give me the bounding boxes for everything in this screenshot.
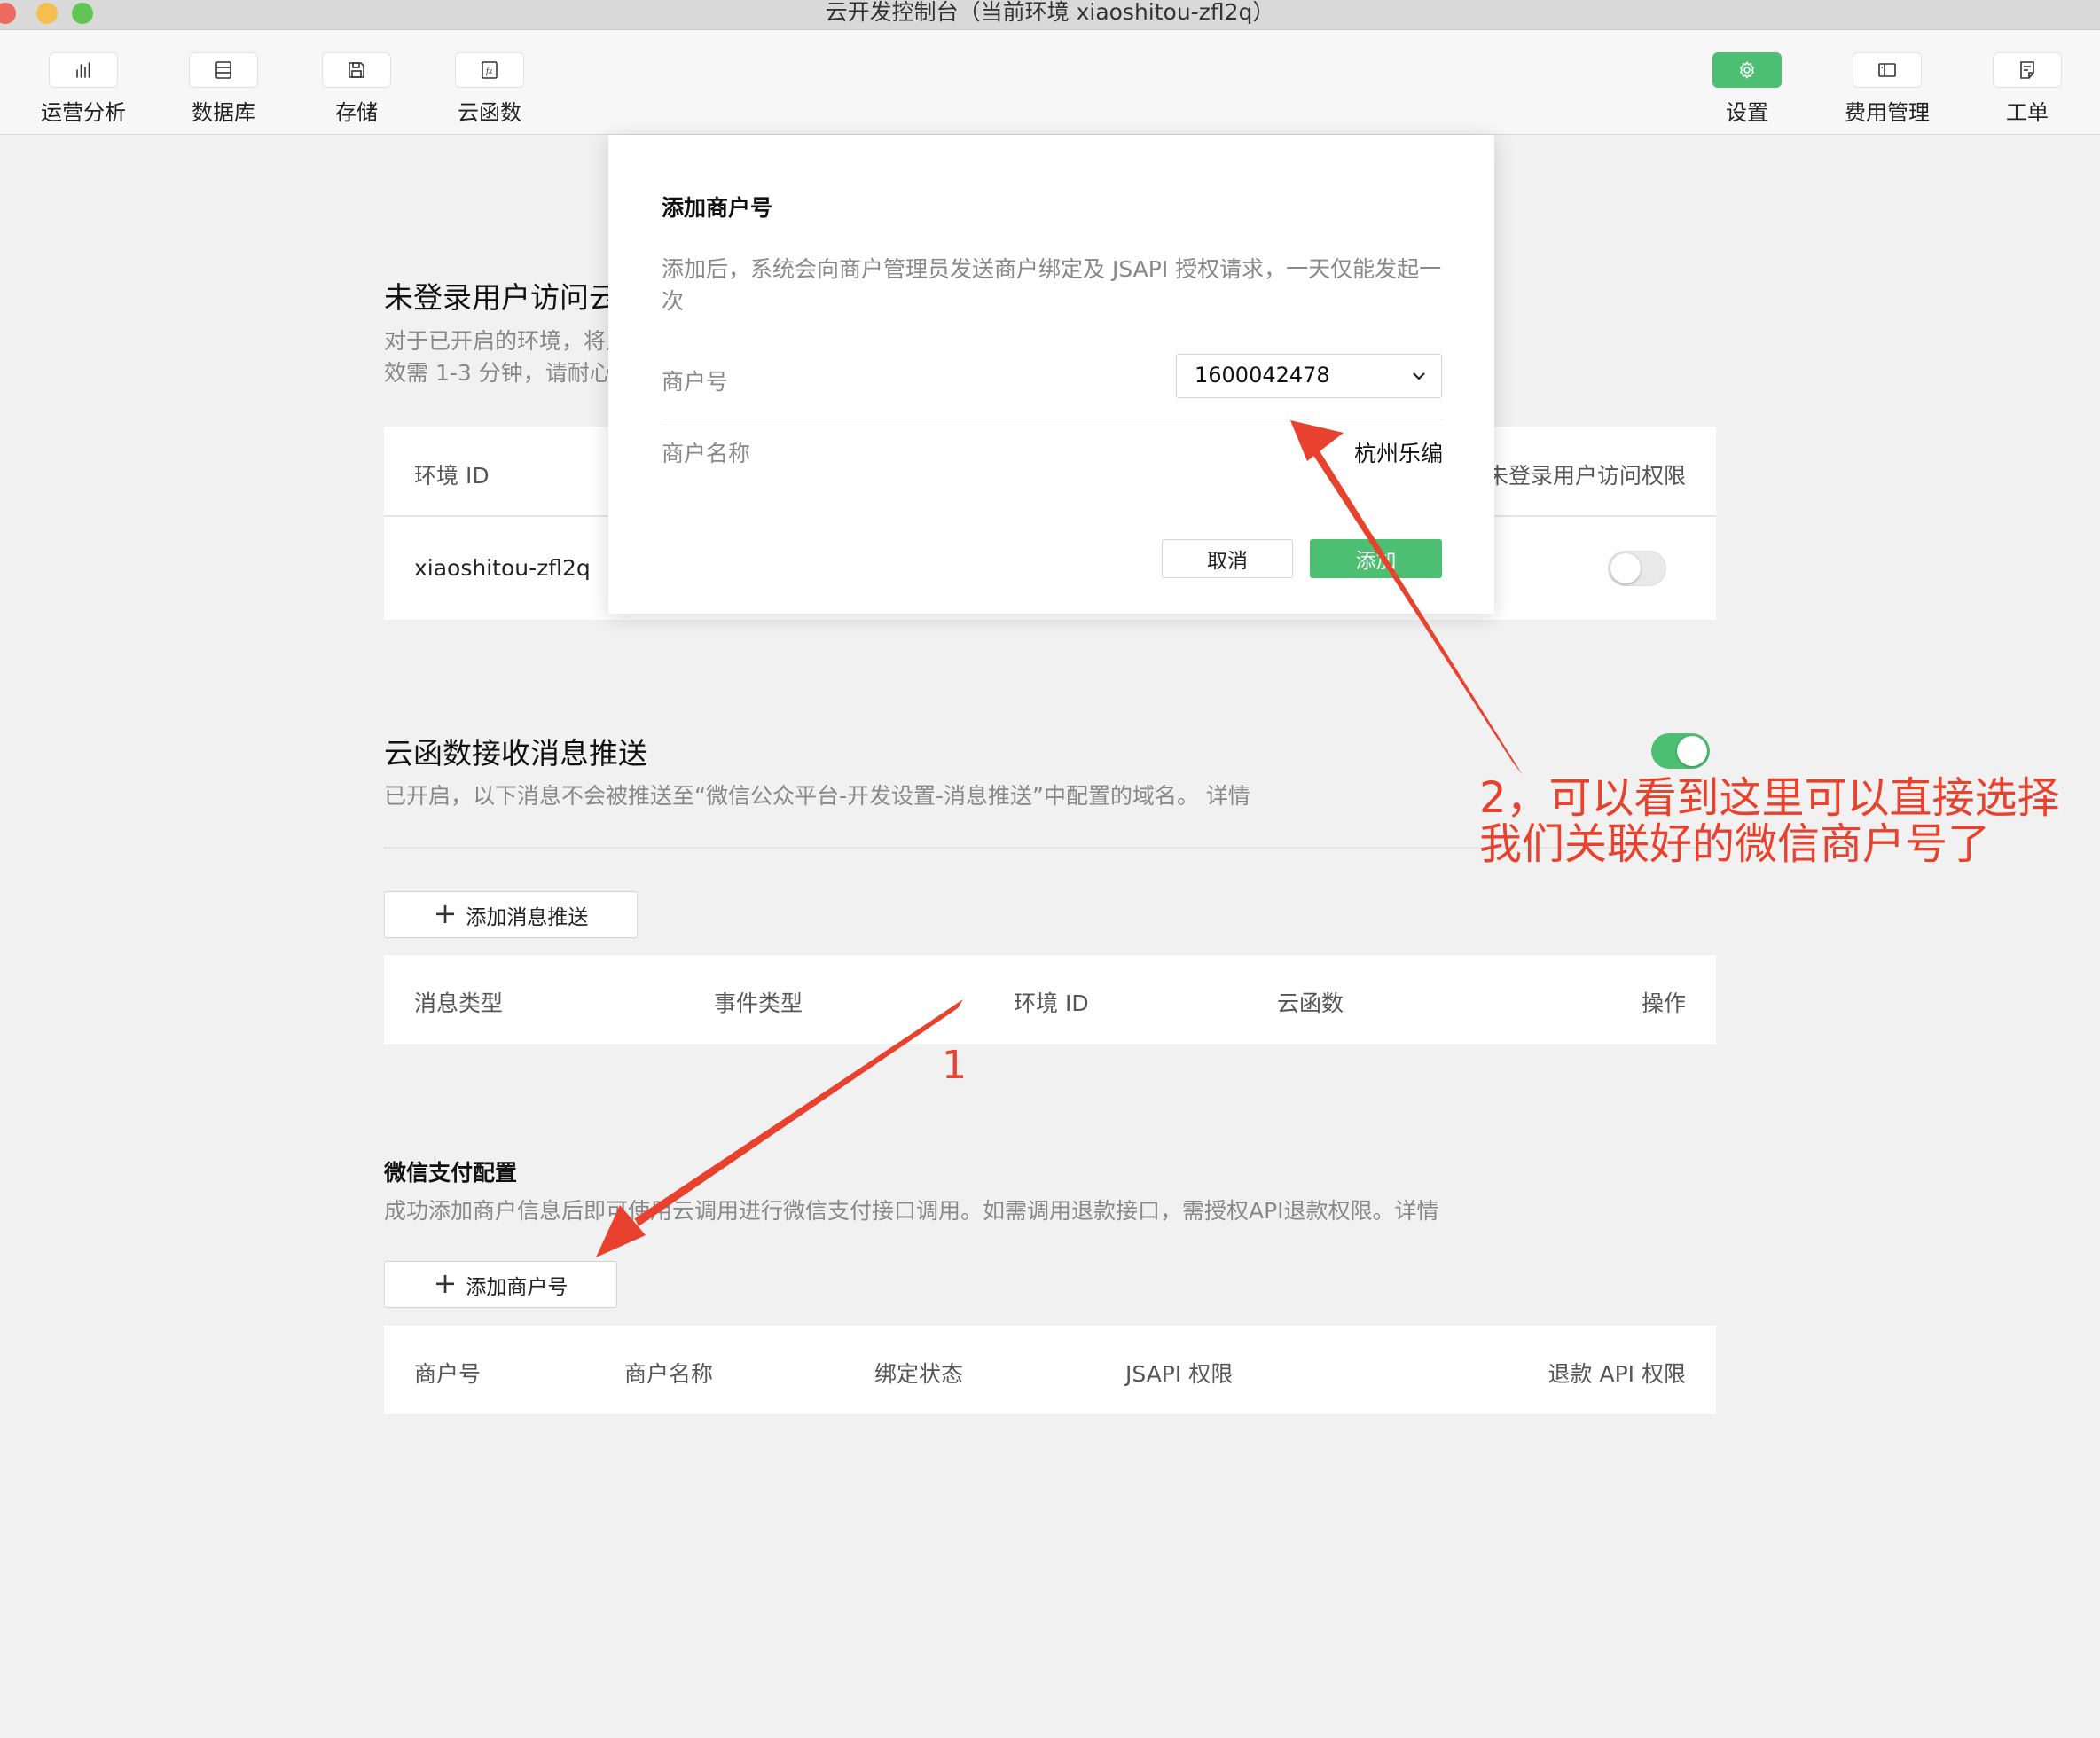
column-header-env-id: 环境 ID (414, 463, 490, 489)
billing-icon (1853, 52, 1922, 88)
database-icon (189, 52, 258, 88)
cancel-button[interactable]: 取消 (1162, 539, 1293, 578)
chevron-down-icon (1413, 372, 1425, 380)
svg-text:fx: fx (486, 67, 493, 76)
toolbar-label: 数据库 (192, 100, 255, 125)
pay-section-title: 微信支付配置 (384, 1160, 518, 1186)
annotation-step-2: 2，可以看到这里可以直接选择 我们关联好的微信商户号了 (1479, 775, 2060, 867)
toolbar-database[interactable]: 数据库 (153, 52, 294, 126)
merchant-id-select[interactable]: 1600042478 (1176, 354, 1442, 398)
column-header-action: 操作 (1641, 990, 1686, 1016)
column-header-env-id: 环境 ID (1014, 990, 1089, 1016)
dialog-description: 添加后，系统会向商户管理员发送商户绑定及 JSAPI 授权请求，一天仅能发起一次 (662, 256, 1442, 314)
column-header-message-type: 消息类型 (414, 990, 504, 1016)
toggle-knob (1610, 553, 1641, 583)
add-merchant-dialog: 添加商户号 添加后，系统会向商户管理员发送商户绑定及 JSAPI 授权请求，一天… (608, 135, 1494, 614)
unauth-access-toggle[interactable] (1608, 551, 1666, 586)
pay-section-desc: 成功添加商户信息后即可使用云调用进行微信支付接口调用。如需调用退款接口，需授权A… (384, 1198, 1439, 1224)
toolbar-settings[interactable]: 设置 (1676, 52, 1818, 126)
function-icon: fx (455, 52, 524, 88)
column-header-function: 云函数 (1277, 990, 1344, 1016)
ticket-icon (1993, 52, 2062, 88)
toolbar-label: 设置 (1726, 100, 1768, 125)
env-id-cell: xiaoshitou-zfl2q (414, 555, 591, 581)
annotation-step-2-line2: 我们关联好的微信商户号了 (1479, 819, 1991, 869)
bar-chart-icon (49, 52, 118, 88)
toolbar-label: 工单 (2006, 100, 2049, 125)
window-title: 云开发控制台（当前环境 xiaoshitou-zfl2q） (825, 0, 1275, 25)
column-header-unauth-access: 未登录用户访问权限 (1485, 463, 1686, 489)
toolbar: 运营分析 数据库 存储 fx 云函数 设置 费用管理 工单 (0, 30, 2100, 135)
add-button[interactable]: 添加 (1310, 539, 1442, 578)
merchant-table: 商户号 商户名称 绑定状态 JSAPI 权限 退款 API 权限 (384, 1326, 1716, 1414)
column-header-bind-status: 绑定状态 (874, 1361, 964, 1387)
toolbar-label: 存储 (335, 100, 378, 125)
merchant-id-label: 商户号 (662, 369, 729, 395)
column-header-merchant-id: 商户号 (414, 1361, 482, 1387)
merchant-id-value: 1600042478 (1195, 363, 1330, 388)
toolbar-label: 费用管理 (1845, 100, 1930, 125)
merchant-name-label: 商户名称 (662, 441, 751, 466)
push-section-desc: 已开启，以下消息不会被推送至“微信公众平台-开发设置-消息推送”中配置的域名。 … (384, 783, 1250, 809)
plus-icon: + (433, 896, 458, 930)
toolbar-label: 云函数 (458, 100, 521, 125)
gear-icon (1712, 52, 1782, 88)
annotation-step-1: 1 (942, 1043, 967, 1088)
toolbar-label: 运营分析 (41, 100, 126, 125)
storage-icon (322, 52, 391, 88)
toolbar-functions[interactable]: fx 云函数 (419, 52, 560, 126)
annotation-step-2-line1: 2，可以看到这里可以直接选择 (1479, 773, 2060, 823)
toggle-knob (1677, 736, 1707, 766)
message-push-toggle[interactable] (1651, 733, 1710, 769)
title-bar: 云开发控制台（当前环境 xiaoshitou-zfl2q） (0, 0, 2100, 30)
add-message-push-label: 添加消息推送 (466, 905, 589, 929)
column-header-merchant-name: 商户名称 (624, 1361, 714, 1387)
column-header-jsapi: JSAPI 权限 (1125, 1361, 1234, 1387)
column-header-refund-api: 退款 API 权限 (1548, 1361, 1686, 1387)
toolbar-billing[interactable]: 费用管理 (1816, 52, 1958, 126)
dialog-title: 添加商户号 (662, 195, 773, 221)
plus-icon: + (433, 1266, 458, 1300)
column-header-event-type: 事件类型 (714, 990, 803, 1016)
push-section-title: 云函数接收消息推送 (384, 736, 647, 771)
add-merchant-button[interactable]: + 添加商户号 (384, 1261, 617, 1308)
push-table: 消息类型 事件类型 环境 ID 云函数 操作 (384, 955, 1716, 1044)
toolbar-storage[interactable]: 存储 (286, 52, 427, 126)
add-message-push-button[interactable]: + 添加消息推送 (384, 891, 638, 938)
toolbar-ticket[interactable]: 工单 (1956, 52, 2098, 126)
merchant-name-value: 杭州乐编 (1353, 441, 1443, 466)
toolbar-analytics[interactable]: 运营分析 (12, 52, 154, 126)
add-merchant-label: 添加商户号 (466, 1275, 568, 1299)
